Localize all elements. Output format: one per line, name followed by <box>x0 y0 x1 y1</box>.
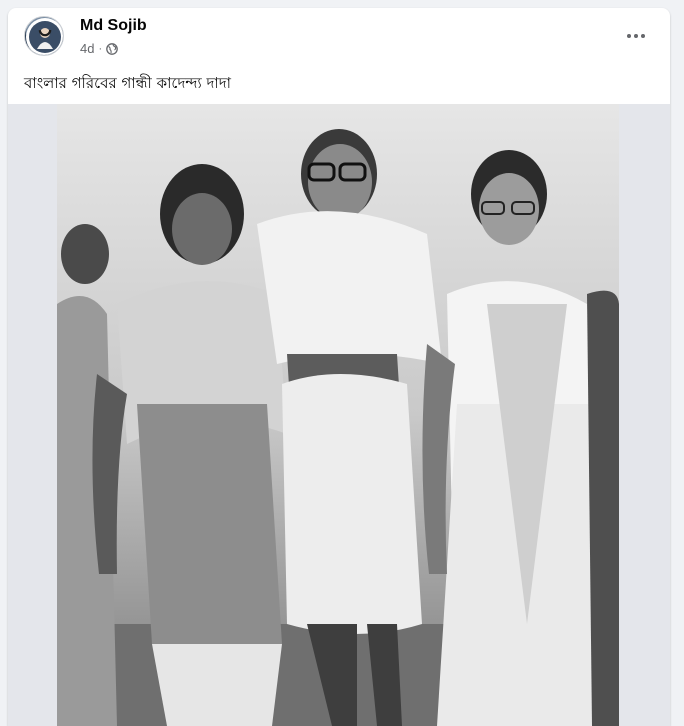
feed-post: Md Sojib 4d · বাংলার গরিবের গান্ধী কাদেন… <box>8 8 670 726</box>
post-photo-frame <box>8 104 670 726</box>
author-avatar[interactable] <box>24 16 64 56</box>
photo-illustration <box>57 104 619 726</box>
post-text: বাংলার গরিবের গান্ধী কাদেন্দ্য দাদা <box>24 74 231 92</box>
post-meta: 4d · <box>80 41 118 56</box>
avatar-image <box>26 18 63 55</box>
meta-separator: · <box>98 42 103 55</box>
post-time[interactable]: 4d <box>80 41 94 56</box>
more-options-icon[interactable] <box>618 22 654 50</box>
post-header: Md Sojib 4d · <box>8 8 670 66</box>
author-name[interactable]: Md Sojib <box>80 17 147 35</box>
post-photo[interactable] <box>57 104 619 726</box>
globe-icon[interactable] <box>106 42 118 55</box>
